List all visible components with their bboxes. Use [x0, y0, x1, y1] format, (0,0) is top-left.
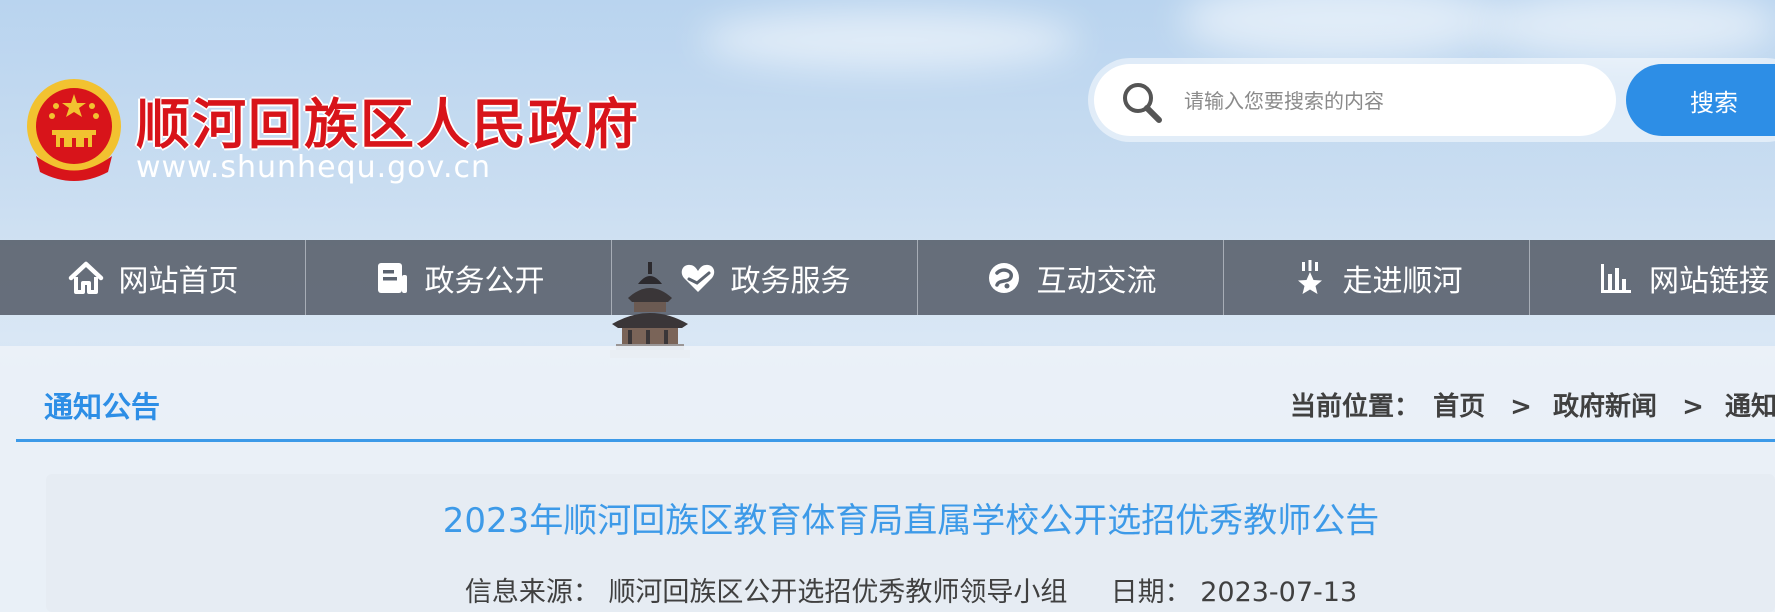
search-input[interactable]	[1182, 82, 1606, 120]
bar-chart-icon	[1601, 263, 1631, 293]
date-label: 日期：	[1110, 577, 1192, 608]
search-button[interactable]: 搜索	[1626, 64, 1775, 136]
main-nav: 网站首页 政务公开 政务服务 互动交流 走进顺河 网站链接	[0, 240, 1775, 315]
article-meta: 信息来源： 顺河回族区公开选招优秀教师领导小组 日期： 2023-07-13	[0, 570, 1775, 609]
nav-item-site-links[interactable]: 网站链接	[1530, 240, 1775, 315]
site-header: 顺河回族区人民政府 www.shunhequ.gov.cn 搜索	[0, 0, 1775, 240]
search-field[interactable]	[1094, 64, 1616, 136]
section-title: 通知公告	[44, 390, 161, 424]
breadcrumb: 当前位置： 首页 > 政府新闻 > 通知公告	[1290, 386, 1775, 423]
document-icon	[377, 262, 407, 293]
nav-label: 走进顺河	[1342, 263, 1463, 299]
article-title: 2023年顺河回族区教育体育局直属学校公开选招优秀教师公告	[442, 501, 1380, 541]
breadcrumb-separator: >	[1510, 392, 1532, 422]
nav-label: 政务公开	[424, 263, 545, 299]
nav-label: 政务服务	[730, 263, 851, 299]
breadcrumb-gov-news-link[interactable]: 政府新闻	[1553, 392, 1657, 422]
source-label: 信息来源：	[464, 577, 600, 608]
breadcrumb-separator: >	[1682, 392, 1704, 422]
nav-item-gov-affairs-open[interactable]: 政务公开	[306, 240, 612, 315]
source-value: 顺河回族区公开选招优秀教师领导小组	[608, 577, 1068, 608]
nav-item-about-shunhe[interactable]: 走进顺河	[1224, 240, 1530, 315]
home-icon	[68, 261, 103, 294]
national-emblem-icon	[27, 79, 121, 181]
nav-label: 网站首页	[118, 263, 239, 299]
site-title: 顺河回族区人民政府	[136, 93, 640, 156]
breadcrumb-notices-link[interactable]: 通知公告	[1725, 392, 1775, 422]
chat-swirl-icon	[988, 262, 1019, 293]
nav-label: 网站链接	[1649, 263, 1769, 299]
nav-item-home[interactable]: 网站首页	[0, 240, 306, 315]
site-url: www.shunhequ.gov.cn	[136, 150, 491, 185]
breadcrumb-prefix: 当前位置：	[1290, 392, 1421, 422]
date-value: 2023-07-13	[1200, 577, 1358, 608]
nav-item-interaction[interactable]: 互动交流	[918, 240, 1224, 315]
star-person-icon	[1297, 259, 1322, 294]
search-icon	[1123, 83, 1162, 123]
nav-label: 互动交流	[1036, 263, 1157, 299]
breadcrumb-home-link[interactable]: 首页	[1433, 392, 1485, 422]
